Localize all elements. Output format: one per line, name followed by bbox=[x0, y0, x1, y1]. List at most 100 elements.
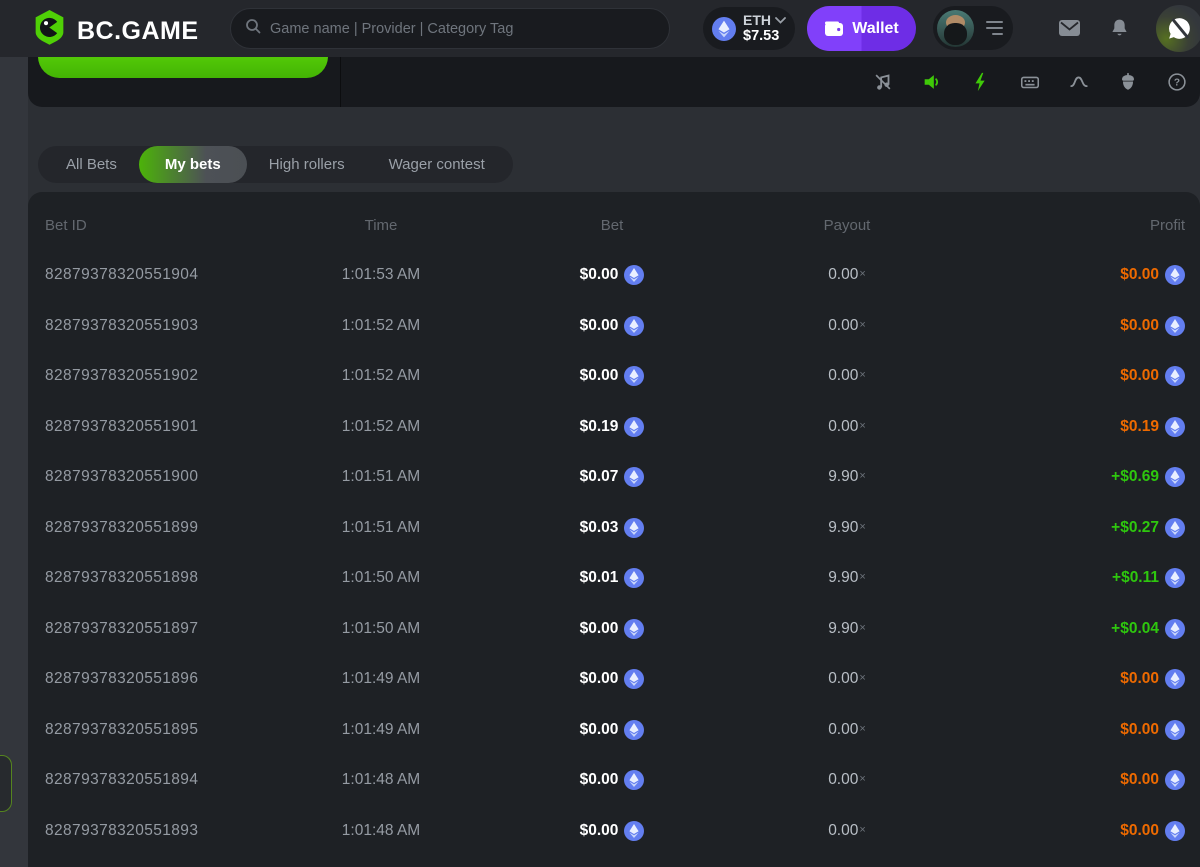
time-cell: 1:01:49 AM bbox=[315, 721, 447, 739]
profit-cell: $0.00 bbox=[917, 770, 1185, 790]
time-cell: 1:01:49 AM bbox=[315, 670, 447, 688]
profit-cell: $0.19 bbox=[917, 417, 1185, 437]
bet-id-cell: 82879378320551893 bbox=[45, 822, 315, 840]
bet-id-cell: 82879378320551902 bbox=[45, 367, 315, 385]
bet-cell: $0.19 bbox=[447, 417, 777, 437]
bet-id-cell: 82879378320551899 bbox=[45, 519, 315, 537]
payout-cell: 9.90× bbox=[777, 620, 917, 638]
time-cell: 1:01:51 AM bbox=[315, 468, 447, 486]
eth-coin-icon bbox=[624, 669, 644, 689]
table-row[interactable]: 82879378320551898 1:01:50 AM $0.01 9.90×… bbox=[28, 553, 1200, 604]
table-row[interactable]: 82879378320551893 1:01:48 AM $0.00 0.00×… bbox=[28, 806, 1200, 857]
table-row[interactable]: 82879378320551900 1:01:51 AM $0.07 9.90×… bbox=[28, 452, 1200, 503]
bcgame-logo[interactable]: BC.GAME bbox=[32, 9, 199, 53]
svg-text:?: ? bbox=[1174, 78, 1180, 89]
floating-widget-edge[interactable] bbox=[0, 755, 12, 812]
table-row[interactable]: 82879378320551899 1:01:51 AM $0.03 9.90×… bbox=[28, 503, 1200, 554]
bets-table-header: Bet ID Time Bet Payout Profit bbox=[28, 192, 1200, 250]
table-row[interactable]: 82879378320551901 1:01:52 AM $0.19 0.00×… bbox=[28, 402, 1200, 453]
chevron-down-icon bbox=[775, 17, 786, 24]
bet-id-cell: 82879378320551897 bbox=[45, 620, 315, 638]
left-sidebar-edge bbox=[0, 57, 28, 867]
bet-id-cell: 82879378320551904 bbox=[45, 266, 315, 284]
bet-id-cell: 82879378320551903 bbox=[45, 317, 315, 335]
payout-cell: 0.00× bbox=[777, 670, 917, 688]
eth-coin-icon bbox=[1165, 770, 1185, 790]
payout-cell: 9.90× bbox=[777, 519, 917, 537]
header-bet-id: Bet ID bbox=[45, 217, 315, 234]
eth-coin-icon bbox=[1165, 316, 1185, 336]
search-input[interactable] bbox=[270, 21, 655, 37]
chat-disabled-icon[interactable] bbox=[1156, 5, 1200, 52]
sound-icon[interactable] bbox=[921, 71, 943, 93]
bets-tabs: All Bets My bets High rollers Wager cont… bbox=[38, 146, 513, 183]
payout-cell: 9.90× bbox=[777, 468, 917, 486]
tab-wager-contest[interactable]: Wager contest bbox=[367, 146, 507, 183]
tab-high-rollers[interactable]: High rollers bbox=[247, 146, 367, 183]
bet-cell: $0.00 bbox=[447, 265, 777, 285]
payout-cell: 0.00× bbox=[777, 367, 917, 385]
tab-my-bets[interactable]: My bets bbox=[139, 146, 247, 183]
time-cell: 1:01:48 AM bbox=[315, 771, 447, 789]
table-row[interactable]: 82879378320551895 1:01:49 AM $0.00 0.00×… bbox=[28, 705, 1200, 756]
top-navbar: BC.GAME ETH $7.53 Wallet bbox=[0, 0, 1200, 57]
table-row[interactable]: 82879378320551896 1:01:49 AM $0.00 0.00×… bbox=[28, 654, 1200, 705]
bet-cell: $0.00 bbox=[447, 619, 777, 639]
bcgame-logo-icon bbox=[32, 9, 67, 53]
game-bet-button[interactable] bbox=[38, 57, 328, 78]
time-cell: 1:01:52 AM bbox=[315, 418, 447, 436]
profit-cell: $0.00 bbox=[917, 316, 1185, 336]
bet-cell: $0.00 bbox=[447, 366, 777, 386]
bet-id-cell: 82879378320551896 bbox=[45, 670, 315, 688]
profile-menu[interactable] bbox=[933, 6, 1013, 50]
search-bar[interactable] bbox=[230, 8, 670, 49]
wallet-icon bbox=[824, 20, 844, 38]
table-row[interactable]: 82879378320551902 1:01:52 AM $0.00 0.00×… bbox=[28, 351, 1200, 402]
search-icon bbox=[245, 18, 261, 39]
header-bet: Bet bbox=[447, 217, 777, 234]
bet-cell: $0.00 bbox=[447, 821, 777, 841]
tab-all-bets[interactable]: All Bets bbox=[44, 146, 139, 183]
table-row[interactable]: 82879378320551904 1:01:53 AM $0.00 0.00×… bbox=[28, 250, 1200, 301]
seeds-acorn-icon[interactable] bbox=[1117, 71, 1139, 93]
bets-table-body: 82879378320551904 1:01:53 AM $0.00 0.00×… bbox=[28, 250, 1200, 856]
music-off-icon[interactable] bbox=[872, 71, 894, 93]
eth-coin-icon bbox=[1165, 265, 1185, 285]
turbo-bolt-icon[interactable] bbox=[970, 71, 992, 93]
eth-coin-icon bbox=[1165, 518, 1185, 538]
time-cell: 1:01:48 AM bbox=[315, 822, 447, 840]
table-row[interactable]: 82879378320551894 1:01:48 AM $0.00 0.00×… bbox=[28, 755, 1200, 806]
eth-coin-icon bbox=[1165, 619, 1185, 639]
profit-cell: +$0.04 bbox=[917, 619, 1185, 639]
table-row[interactable]: 82879378320551903 1:01:52 AM $0.00 0.00×… bbox=[28, 301, 1200, 352]
wallet-button[interactable]: Wallet bbox=[807, 6, 916, 51]
help-icon[interactable]: ? bbox=[1166, 71, 1188, 93]
eth-coin-icon bbox=[624, 720, 644, 740]
trends-icon[interactable] bbox=[1068, 71, 1090, 93]
time-cell: 1:01:51 AM bbox=[315, 519, 447, 537]
bet-cell: $0.00 bbox=[447, 316, 777, 336]
payout-cell: 0.00× bbox=[777, 721, 917, 739]
eth-coin-icon bbox=[1165, 366, 1185, 386]
game-panel: ? bbox=[28, 57, 1200, 107]
profit-cell: +$0.11 bbox=[917, 568, 1185, 588]
eth-coin-icon bbox=[624, 316, 644, 336]
game-toolbar: ? bbox=[872, 57, 1188, 107]
eth-coin-icon bbox=[1165, 568, 1185, 588]
mail-icon[interactable] bbox=[1057, 17, 1082, 44]
bet-cell: $0.00 bbox=[447, 770, 777, 790]
payout-cell: 0.00× bbox=[777, 317, 917, 335]
currency-selector[interactable]: ETH $7.53 bbox=[703, 7, 795, 50]
eth-coin-icon bbox=[624, 366, 644, 386]
header-payout: Payout bbox=[777, 217, 917, 234]
eth-coin-icon bbox=[712, 17, 736, 41]
bet-cell: $0.03 bbox=[447, 518, 777, 538]
hotkeys-keyboard-icon[interactable] bbox=[1019, 71, 1041, 93]
profile-list-icon bbox=[986, 21, 1003, 36]
eth-coin-icon bbox=[624, 265, 644, 285]
payout-cell: 9.90× bbox=[777, 569, 917, 587]
eth-coin-icon bbox=[624, 518, 644, 538]
bell-icon[interactable] bbox=[1108, 17, 1131, 45]
eth-coin-icon bbox=[624, 821, 644, 841]
table-row[interactable]: 82879378320551897 1:01:50 AM $0.00 9.90×… bbox=[28, 604, 1200, 655]
